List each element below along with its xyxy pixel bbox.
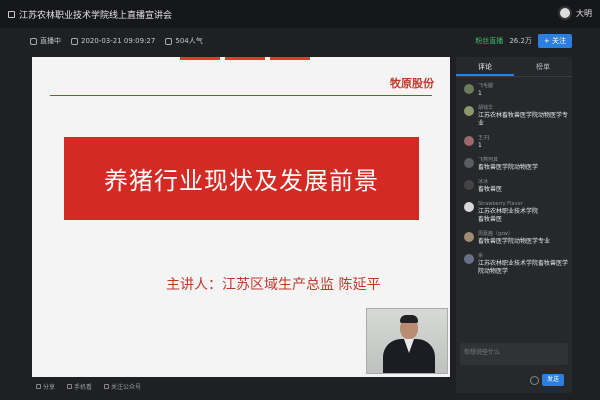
share-label[interactable]: 分享 [43,382,55,391]
emoji-icon[interactable] [530,376,539,385]
slide-top-bars [180,57,310,60]
list-item: 飞毛腿 1 [462,83,570,98]
slide-brand: 牧原股份 [390,77,434,90]
comment-list: 飞毛腿 1 胡钱华 江苏农林畜牧兽医学院动物医学专业 王子J 1 飞燕何其 畜牧… [462,83,570,276]
follow-button[interactable]: + 关注 [537,34,572,48]
send-row: 发送 [460,373,568,389]
datetime-text: 2020-03-21 09:09:27 [81,37,156,45]
comment-text: 江苏农林职业技术学院畜牧兽医学院动物医学 [478,260,569,275]
signal-icon [30,37,37,45]
title-bar: 江苏农林职业技术学院线上直播宣讲会 大明 [0,0,600,28]
start-time: 2020-03-21 09:09:27 [71,37,155,45]
list-item: 王子J 1 [462,135,570,150]
list-item: 周嘉茜（gzw） 畜牧兽医学院动物医学专业 [462,231,570,246]
status-text: 直播中 [40,37,61,45]
slide-bar [270,57,310,60]
share-button[interactable]: 分享 [36,382,55,391]
avatar [464,158,474,168]
popularity-text: 504人气 [175,37,203,45]
follower-count: 26.2万 [509,37,532,45]
user-name[interactable]: 大明 [576,8,592,19]
fire-icon [165,37,173,45]
slide-bar [180,57,220,60]
bottom-bar: 分享 手机看 关注公众号 [32,379,450,393]
list-item: 余 江苏农林职业技术学院畜牧兽医学院动物医学 [462,253,570,276]
follow-official-label[interactable]: 关注公众号 [111,382,141,391]
follow-area: 粉丝直播 26.2万 + 关注 [475,34,572,48]
avatar [464,180,474,190]
send-button[interactable]: 发送 [542,374,564,386]
comment-text: 1 [478,142,482,149]
comment-text: 江苏农林职业技术学院 畜牧兽医 [478,208,539,223]
comment-author: 飞燕何其 [478,157,499,163]
comment-author: 余 [478,253,484,259]
avatar [464,202,474,212]
comment-text: 畜牧兽医学院动物医学 [478,164,539,171]
avatar [464,136,474,146]
camera-pip[interactable] [366,308,448,374]
panel-tabs: 评论 榜单 [456,57,572,77]
phone-icon [67,383,73,389]
popularity: 504人气 [165,36,203,46]
avatar [464,232,474,242]
slide-presenter: 主讲人：江苏区域生产总监 陈延平 [166,277,381,293]
slide-divider [50,95,432,96]
list-item: 飞燕何其 畜牧兽医学院动物医学 [462,157,570,172]
live-stream-app: 江苏农林职业技术学院线上直播宣讲会 大明 直播中 2020-03-21 09:0… [0,0,600,400]
share-icon [36,383,41,389]
avatar [464,106,474,116]
comment-text: 1 [478,90,482,97]
list-item: Strawberry Flavor 江苏农林职业技术学院 畜牧兽医 [462,201,570,224]
comment-text: 畜牧兽医 [478,186,503,193]
mobile-button[interactable]: 手机看 [67,382,92,391]
presenter-hair [400,315,418,323]
wechat-icon [104,383,110,389]
tab-comments[interactable]: 评论 [456,57,514,76]
comment-author: 王子J [478,135,490,141]
comment-author: 冰冰 [478,179,489,185]
user-profile[interactable]: 大明 [558,6,592,20]
tab-ranking[interactable]: 榜单 [514,57,572,76]
list-item: 胡钱华 江苏农林畜牧兽医学院动物医学专业 [462,105,570,128]
comment-text: 畜牧兽医学院动物医学专业 [478,238,551,245]
list-item: 冰冰 畜牧兽医 [462,179,570,194]
comment-author: 胡钱华 [478,105,494,111]
follow-official-button[interactable]: 关注公众号 [104,382,141,391]
clock-icon [71,37,78,45]
info-bar: 直播中 2020-03-21 09:09:27 504人气 粉丝直播 26.2万… [0,28,600,54]
slide-headline: 养猪行业现状及发展前景 [104,167,379,195]
avatar [464,84,474,94]
comment-text: 江苏农林畜牧兽医学院动物医学专业 [478,112,569,127]
follow-status: 粉丝直播 [475,37,504,45]
slide-banner: 养猪行业现状及发展前景 [64,137,419,220]
comment-panel: 评论 榜单 飞毛腿 1 胡钱华 江苏农林畜牧兽医学院动物医学专业 王子J 1 飞… [456,57,572,393]
comment-input[interactable]: 你想说些什么 [460,343,568,365]
comment-author: 飞毛腿 [478,83,494,89]
avatar [464,254,474,264]
live-icon [8,10,15,18]
window-title: 江苏农林职业技术学院线上直播宣讲会 [19,10,173,21]
comment-author: 周嘉茜（gzw） [478,231,513,237]
avatar[interactable] [558,6,572,20]
comment-author: Strawberry Flavor [478,201,523,207]
slide-stage: 牧原股份 养猪行业现状及发展前景 主讲人：江苏区域生产总监 陈延平 [32,57,450,377]
slide-bar [225,57,265,60]
live-status: 直播中 [30,36,61,46]
mobile-label[interactable]: 手机看 [74,382,92,391]
